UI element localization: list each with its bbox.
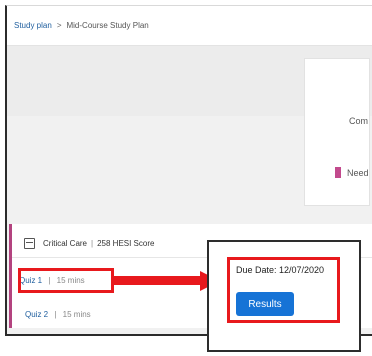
annotation-highlight-popup [227,257,340,323]
quiz-duration: 15 mins [62,310,91,319]
breadcrumb-study-plan-link[interactable]: Study plan [14,21,52,30]
breadcrumb-current: Mid-Course Study Plan [66,21,149,30]
section-title: Critical Care | 258 HESI Score [24,238,154,249]
quiz-link[interactable]: Quiz 2 [25,310,48,319]
section-topic: Critical Care [43,239,88,248]
breadcrumb: Study plan > Mid-Course Study Plan [7,6,372,46]
summary-label-completed: Com [349,116,369,126]
annotation-arrow-shaft [114,276,202,285]
breadcrumb-separator: > [56,21,62,30]
quiz-item: Quiz 2 | 15 mins [25,310,91,319]
summary-label-needs: Need [347,167,369,178]
summary-legend-needs: Need [335,167,369,178]
folder-icon [24,238,35,249]
annotation-highlight-quiz [18,268,114,293]
section-score: 258 HESI Score [97,239,155,248]
section-separator: | [91,239,94,248]
quiz-separator: | [54,310,57,319]
summary-card: Com Need [304,58,370,206]
legend-swatch [335,167,341,178]
